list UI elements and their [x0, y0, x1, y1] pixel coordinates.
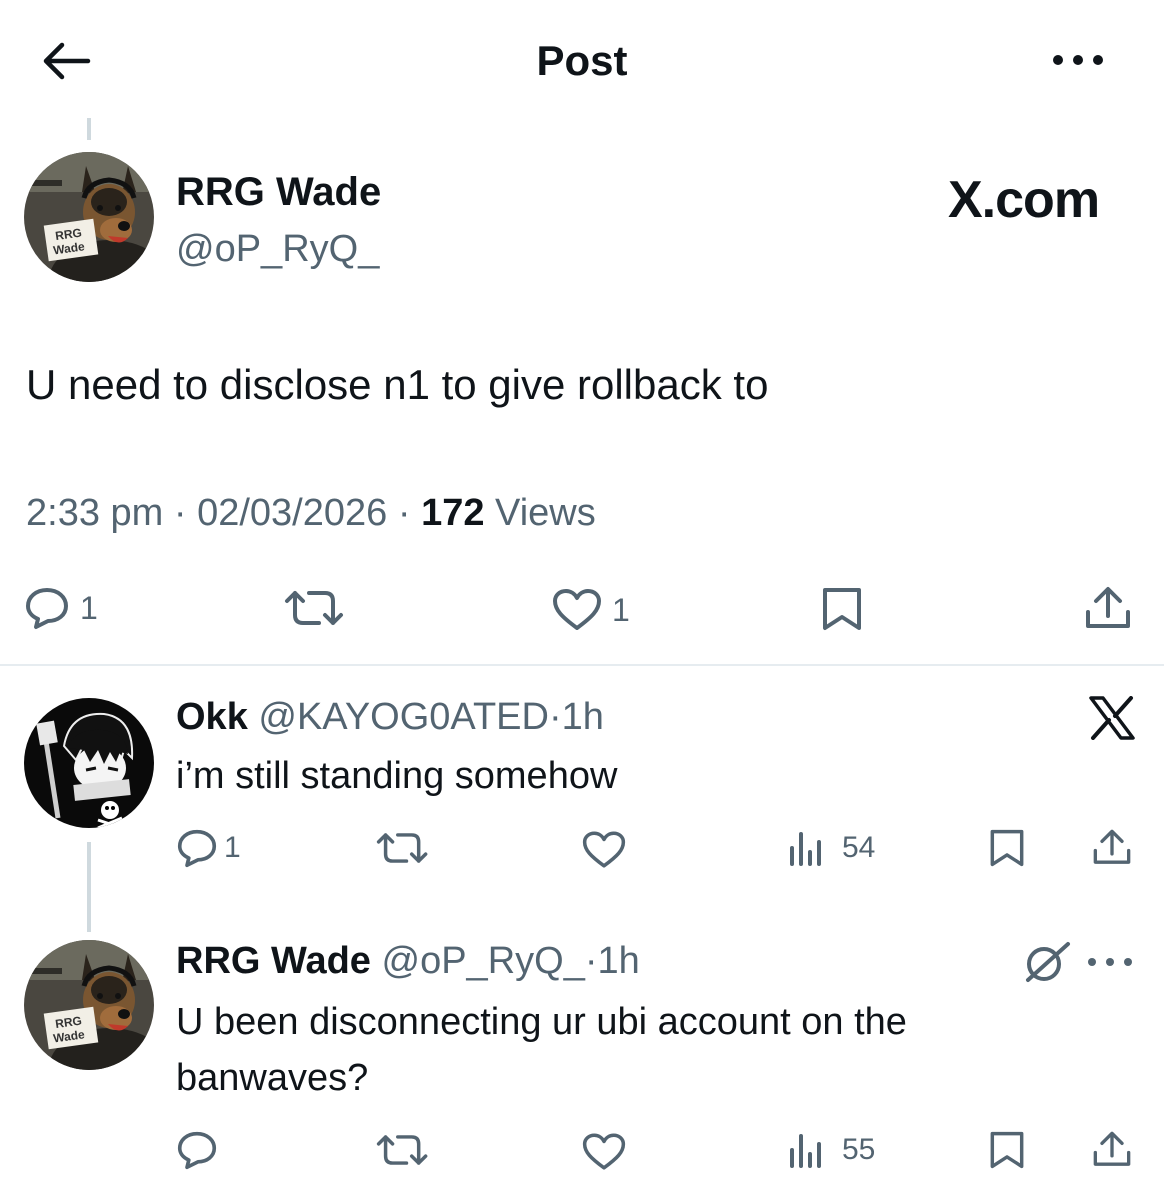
avatar-rrg-wade[interactable]: RRG Wade: [24, 152, 154, 282]
reply-count: 1: [224, 831, 241, 864]
post-meta: 2:33 pm · 02/03/2026 · 172 Views: [26, 490, 596, 536]
views-count: 172: [421, 492, 485, 534]
dog-avatar-image: RRG Wade: [24, 152, 154, 282]
analytics-icon: [790, 1134, 821, 1168]
reply-icon: [177, 829, 217, 868]
like-count: 1: [612, 591, 630, 628]
post-text: U need to disclose n1 to give rollback t…: [26, 361, 769, 408]
post-date[interactable]: 02/03/2026: [197, 492, 387, 534]
xcom-watermark-text: X.com: [948, 171, 1100, 229]
thread-line: [87, 842, 91, 932]
repost-icon: [376, 833, 428, 863]
more-dots-icon: [1053, 55, 1103, 65]
heart-icon: [553, 589, 601, 630]
reply-count: 1: [80, 589, 98, 626]
analytics-icon: [790, 832, 821, 866]
heart-icon: [582, 1133, 626, 1170]
share-icon: [1093, 829, 1131, 864]
more-options-button[interactable]: [1050, 48, 1106, 72]
reply-author-name[interactable]: RRG Wade: [176, 940, 371, 982]
like-button[interactable]: 1: [552, 588, 630, 632]
reply-author-name[interactable]: Okk: [176, 696, 248, 738]
reply-header: Okk @KAYOG0ATED·1h: [176, 694, 604, 740]
x-logo-icon: [1088, 696, 1136, 740]
views-count: 54: [842, 831, 876, 864]
dog-avatar-image: RRG Wade: [24, 940, 154, 1070]
author-handle[interactable]: @oP_RyQ_: [176, 226, 379, 272]
reply-author-handle[interactable]: @KAYOG0ATED: [258, 696, 549, 738]
repost-icon: [285, 591, 343, 625]
repost-button[interactable]: [376, 830, 430, 866]
avatar-okk[interactable]: [24, 698, 154, 828]
views-label: Views: [495, 492, 596, 534]
bookmark-button[interactable]: [988, 1130, 1026, 1170]
views-button[interactable]: 55: [788, 1132, 875, 1168]
post-time[interactable]: 2:33 pm: [26, 492, 163, 534]
reply-author-handle[interactable]: @oP_RyQ_: [382, 940, 585, 982]
page-title: Post: [536, 37, 628, 84]
views-button[interactable]: 54: [788, 830, 875, 866]
avatar-rrg-wade[interactable]: RRG Wade: [24, 940, 154, 1070]
bookmark-icon: [823, 588, 861, 630]
more-dots-icon: [1088, 958, 1132, 966]
divider: [0, 664, 1164, 666]
views-count: 55: [842, 1133, 876, 1166]
bookmark-icon: [990, 829, 1024, 867]
bookmark-icon: [990, 1131, 1024, 1169]
repost-button[interactable]: [376, 1132, 430, 1168]
repost-icon: [376, 1135, 428, 1165]
like-button[interactable]: [582, 830, 626, 870]
like-button[interactable]: [582, 1132, 626, 1172]
share-button[interactable]: [1084, 586, 1132, 632]
reply-text: i’m still standing somehow: [176, 755, 618, 797]
thread-line-top: [87, 118, 91, 140]
share-icon: [1086, 587, 1130, 628]
reply-header: RRG Wade @oP_RyQ_·1h: [176, 938, 640, 984]
repost-button[interactable]: [284, 588, 346, 628]
reply-separator: ·: [584, 940, 598, 982]
meta-separator: ·: [173, 492, 187, 534]
xcom-watermark: X.com: [948, 171, 1100, 229]
reply-separator: ·: [548, 696, 562, 738]
grok-icon[interactable]: [1022, 940, 1072, 984]
reply-time[interactable]: 1h: [597, 940, 639, 982]
author-name[interactable]: RRG Wade: [176, 168, 381, 216]
reply-time[interactable]: 1h: [562, 696, 604, 738]
reply-icon: [177, 1131, 217, 1170]
more-options-button[interactable]: [1086, 956, 1134, 968]
reply-button[interactable]: 1: [24, 586, 98, 630]
reply-button[interactable]: [176, 1130, 218, 1170]
bookmark-button[interactable]: [988, 828, 1026, 868]
reply-icon: [26, 588, 68, 629]
heart-icon: [582, 831, 626, 868]
bookmark-button[interactable]: [820, 586, 864, 632]
reply-text: U been disconnecting ur ubi account on t…: [176, 1001, 907, 1099]
share-button[interactable]: [1092, 828, 1132, 868]
meta-separator: ·: [397, 492, 411, 534]
reply-button[interactable]: 1: [176, 828, 241, 868]
share-button[interactable]: [1092, 1130, 1132, 1170]
share-icon: [1093, 1131, 1131, 1166]
anime-avatar-image: [24, 698, 154, 828]
